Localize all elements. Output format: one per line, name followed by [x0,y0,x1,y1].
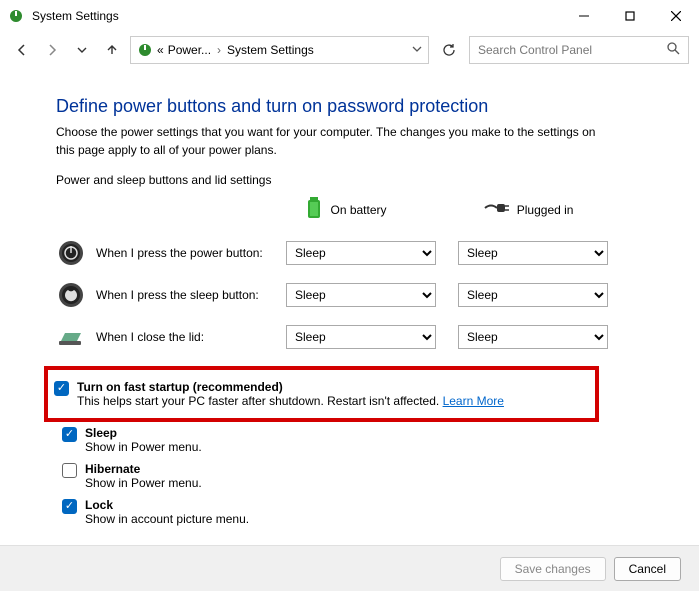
breadcrumb-sep-icon: « [157,43,164,57]
laptop-lid-icon [56,322,86,352]
option-hibernate: Hibernate Show in Power menu. [62,462,659,490]
option-sleep: Sleep Show in Power menu. [62,426,659,454]
col-battery-label: On battery [330,203,386,217]
page-description: Choose the power settings that you want … [56,123,616,159]
learn-more-link[interactable]: Learn More [443,394,504,408]
search-icon [667,42,680,58]
row-power-button: When I press the power button: Sleep Sle… [56,232,659,274]
hibernate-label: Hibernate [85,462,202,476]
breadcrumb[interactable]: « Power... › System Settings [130,36,429,64]
close-button[interactable] [653,0,699,32]
lock-sub: Show in account picture menu. [85,512,249,526]
row-sleep-button-label: When I press the sleep button: [96,288,286,302]
minimize-button[interactable] [561,0,607,32]
lock-label: Lock [85,498,249,512]
power-button-plugged-select[interactable]: Sleep [458,241,608,265]
up-button[interactable] [100,38,124,62]
forward-button[interactable] [40,38,64,62]
column-headers: On battery Plugged in [56,191,659,232]
refresh-button[interactable] [435,36,463,64]
row-close-lid-label: When I close the lid: [96,330,286,344]
row-close-lid: When I close the lid: Sleep Sleep [56,316,659,358]
sleep-button-icon [56,280,86,310]
breadcrumb-icon [137,42,153,58]
breadcrumb-dropdown-icon[interactable] [412,43,422,57]
recent-locations-button[interactable] [70,38,94,62]
battery-icon [306,197,322,222]
cancel-button[interactable]: Cancel [614,557,681,581]
sleep-label: Sleep [85,426,202,440]
row-power-button-label: When I press the power button: [96,246,286,260]
navbar: « Power... › System Settings Search Cont… [0,32,699,68]
back-button[interactable] [10,38,34,62]
power-button-icon [56,238,86,268]
row-sleep-button: When I press the sleep button: Sleep Sle… [56,274,659,316]
fast-startup-label: Turn on fast startup (recommended) [77,380,504,394]
window-title: System Settings [32,9,561,23]
sleep-checkbox[interactable] [62,427,77,442]
breadcrumb-item-system-settings[interactable]: System Settings [227,43,314,57]
hibernate-checkbox[interactable] [62,463,77,478]
highlight-box: Turn on fast startup (recommended) This … [44,366,599,422]
sleep-sub: Show in Power menu. [85,440,202,454]
hibernate-sub: Show in Power menu. [85,476,202,490]
lock-checkbox[interactable] [62,499,77,514]
chevron-right-icon: › [217,43,221,57]
search-placeholder: Search Control Panel [478,43,592,57]
close-lid-plugged-select[interactable]: Sleep [458,325,608,349]
option-lock: Lock Show in account picture menu. [62,498,659,526]
power-button-battery-select[interactable]: Sleep [286,241,436,265]
fast-startup-checkbox[interactable] [54,381,69,396]
close-lid-battery-select[interactable]: Sleep [286,325,436,349]
save-changes-button[interactable]: Save changes [500,557,606,581]
bottom-bar: Save changes Cancel [0,545,699,591]
titlebar: System Settings [0,0,699,32]
app-icon [8,8,24,24]
page-title: Define power buttons and turn on passwor… [56,96,659,117]
section-header-power-sleep: Power and sleep buttons and lid settings [56,173,659,187]
content-area: Define power buttons and turn on passwor… [0,68,699,526]
sleep-button-battery-select[interactable]: Sleep [286,283,436,307]
plug-icon [483,201,509,218]
search-input[interactable]: Search Control Panel [469,36,689,64]
fast-startup-sub: This helps start your PC faster after sh… [77,394,504,408]
col-plugged-label: Plugged in [517,203,574,217]
breadcrumb-item-power[interactable]: Power... [168,43,211,57]
option-fast-startup: Turn on fast startup (recommended) This … [54,380,587,408]
maximize-button[interactable] [607,0,653,32]
sleep-button-plugged-select[interactable]: Sleep [458,283,608,307]
